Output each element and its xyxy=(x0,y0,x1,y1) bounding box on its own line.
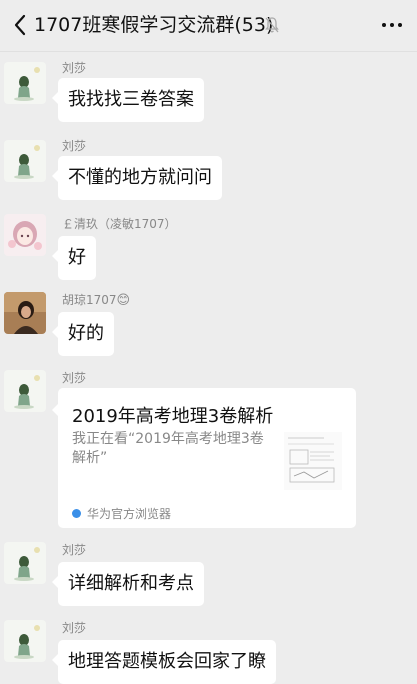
message-bubble[interactable]: 我找找三卷答案 xyxy=(52,78,204,122)
browser-icon xyxy=(72,509,81,518)
card-source: 华为官方浏览器 xyxy=(72,505,171,522)
sender-name: 刘莎 xyxy=(62,621,87,635)
avatar[interactable] xyxy=(4,140,46,182)
photo-avatar-icon xyxy=(4,292,46,334)
avatar[interactable] xyxy=(4,370,46,412)
sender-name: 刘莎 xyxy=(62,543,87,557)
avatar[interactable] xyxy=(4,214,46,256)
back-button[interactable] xyxy=(6,10,34,40)
sender-name: 刘莎 xyxy=(62,61,87,75)
sender-name: 胡琼1707😊 xyxy=(62,292,130,309)
message-bubble[interactable]: 不懂的地方就问问 xyxy=(52,156,222,200)
anime-girl-avatar-icon xyxy=(4,214,46,256)
sender-name: 刘莎 xyxy=(62,139,87,153)
message-bubble[interactable]: 详细解析和考点 xyxy=(52,562,204,606)
bell-muted-icon xyxy=(265,17,279,33)
girl-avatar-icon xyxy=(4,140,46,182)
avatar[interactable] xyxy=(4,620,46,662)
sender-name: 刘莎 xyxy=(62,371,87,385)
card-source-text: 华为官方浏览器 xyxy=(87,507,172,521)
card-description: 我正在看“2019年高考地理3卷解析” xyxy=(72,431,264,466)
link-card[interactable]: 2019年高考地理3卷解析 我正在看“2019年高考地理3卷解析” 华为官方浏览… xyxy=(52,388,356,528)
chat-title: 1707班寒假学习交流群(53) xyxy=(34,14,274,36)
avatar[interactable] xyxy=(4,542,46,584)
avatar[interactable] xyxy=(4,292,46,334)
avatar[interactable] xyxy=(4,62,46,104)
sender-name-text: 胡琼1707 xyxy=(62,293,117,307)
chat-header: 1707班寒假学习交流群(53) xyxy=(0,0,417,52)
girl-avatar-icon xyxy=(4,62,46,104)
message-bubble[interactable]: 地理答题模板会回家了瞭 xyxy=(52,640,276,684)
chevron-left-icon xyxy=(14,14,26,36)
girl-avatar-icon xyxy=(4,370,46,412)
smile-emoji-icon: 😊 xyxy=(116,293,131,308)
girl-avatar-icon xyxy=(4,542,46,584)
more-options-button[interactable] xyxy=(378,16,406,34)
girl-avatar-icon xyxy=(4,620,46,662)
more-dot xyxy=(398,23,402,27)
card-title: 2019年高考地理3卷解析 xyxy=(72,406,274,427)
sender-name: ￡清玖（凌敏1707） xyxy=(62,217,177,231)
document-thumbnail-icon xyxy=(284,432,342,490)
message-bubble[interactable]: 好 xyxy=(52,236,96,280)
more-dot xyxy=(390,23,394,27)
message-bubble[interactable]: 好的 xyxy=(52,312,114,356)
more-dots-icon xyxy=(382,23,386,27)
